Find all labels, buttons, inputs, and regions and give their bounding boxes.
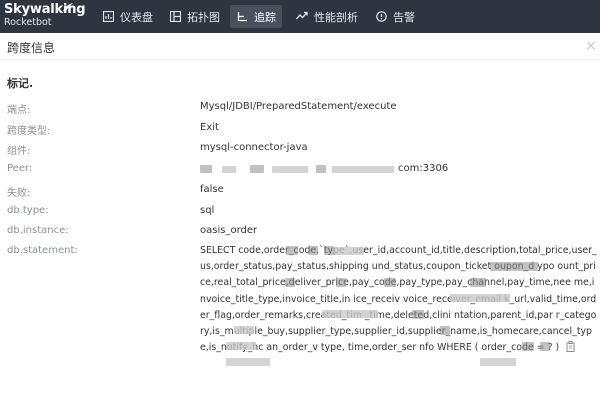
nav-dashboard[interactable]: 仪表盘: [96, 5, 159, 28]
tags-section-title: 标记.: [7, 77, 34, 90]
redacted-block: [322, 310, 378, 318]
dashboard-icon: [102, 11, 114, 23]
redacted-block: [540, 342, 550, 351]
swoosh-icon: [63, 3, 73, 12]
field-component-key: 组件:: [7, 146, 31, 157]
redacted-block: [336, 278, 346, 287]
nav-profile-label: 性能剖析: [314, 10, 358, 24]
field-error-key: 失败:: [7, 188, 31, 199]
redacted-block: [332, 166, 394, 173]
redacted-block: [490, 262, 538, 271]
redacted-block: [285, 278, 295, 287]
redacted-block: [316, 165, 326, 173]
nav-topology[interactable]: 拓扑图: [163, 5, 226, 28]
field-component-value: mysql-connector-java: [200, 142, 308, 153]
redacted-block: [308, 246, 318, 255]
close-icon[interactable]: ×: [585, 39, 597, 53]
nav-alarm-label: 告警: [393, 10, 415, 24]
copy-icon[interactable]: [566, 341, 576, 358]
db-statement-value: SELECT code,order_code,`type`,user_id,ac…: [200, 243, 598, 358]
redacted-block: [450, 294, 510, 302]
redacted-block: [286, 246, 298, 255]
nav-topology-label: 拓扑图: [187, 10, 220, 24]
field-db-type-key: db.type:: [7, 205, 49, 216]
redacted-block: [250, 165, 264, 173]
brand-product: Rocketbot: [4, 17, 52, 28]
redacted-block: [234, 326, 254, 334]
field-db-instance-key: db.instance:: [7, 225, 69, 236]
alarm-icon: [375, 11, 387, 23]
top-navigation-bar: Skywalking Rocketbot 仪表盘 拓扑图 追踪 性能剖析 告警: [0, 0, 600, 33]
nav-dashboard-label: 仪表盘: [120, 10, 153, 24]
redacted-block: [226, 342, 256, 350]
redacted-block: [384, 278, 396, 287]
field-span-type-value: Exit: [200, 122, 219, 133]
header-divider: [0, 59, 600, 60]
field-db-instance-value: oasis_order: [200, 225, 258, 236]
redacted-block: [200, 165, 212, 173]
redacted-block: [324, 246, 334, 255]
redacted-block: [522, 342, 534, 351]
nav-trace-label: 追踪: [254, 10, 276, 24]
field-db-type-value: sql: [200, 205, 215, 216]
brand-logo[interactable]: Skywalking Rocketbot: [4, 3, 86, 31]
nav-profile[interactable]: 性能剖析: [290, 5, 364, 28]
redacted-block: [412, 310, 424, 319]
field-endpoint-value: Mysql/JDBI/PreparedStatement/execute: [200, 101, 397, 112]
redacted-block: [272, 166, 308, 173]
redacted-block: [226, 358, 270, 366]
panel-title: 跨度信息: [7, 41, 56, 55]
redacted-block: [334, 247, 364, 255]
field-db-statement-key: db.statement:: [7, 245, 78, 256]
field-peer-key: Peer:: [7, 163, 33, 174]
field-error-value: false: [200, 184, 224, 195]
nav-trace[interactable]: 追踪: [230, 5, 282, 28]
redacted-block: [470, 278, 486, 287]
profile-icon: [296, 11, 308, 23]
field-span-type-key: 跨度类型:: [7, 126, 51, 137]
nav-alarm[interactable]: 告警: [369, 5, 421, 28]
redacted-block: [440, 326, 450, 335]
field-endpoint-key: 端点:: [7, 105, 31, 116]
topology-icon: [169, 11, 181, 23]
field-peer-value: com:3306: [398, 163, 449, 174]
trace-icon: [236, 11, 248, 23]
redacted-block: [222, 166, 236, 173]
redacted-block: [480, 358, 516, 366]
